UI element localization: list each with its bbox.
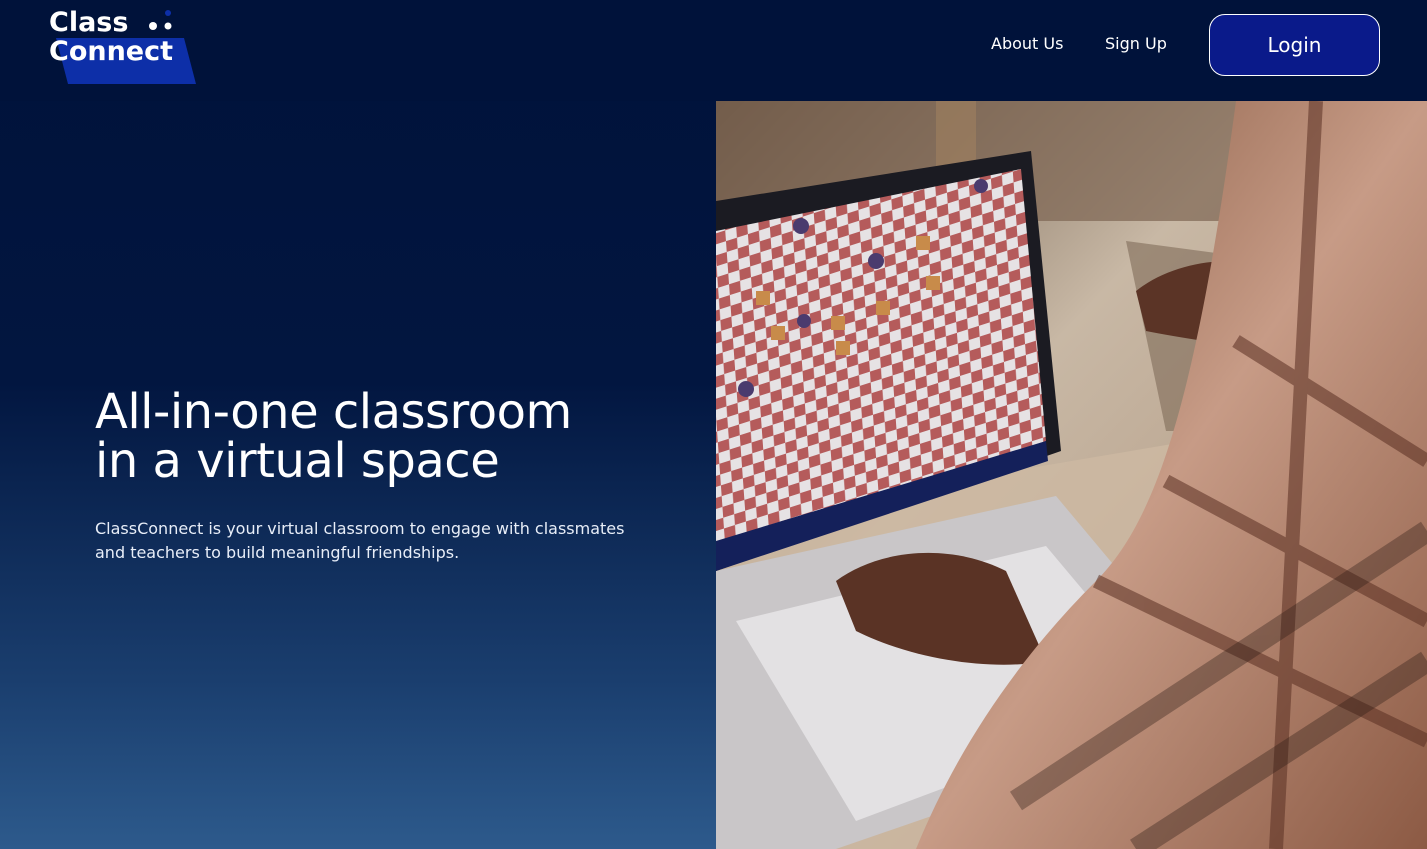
person-using-laptop-image: [716, 101, 1427, 849]
hero-subtitle: ClassConnect is your virtual classroom t…: [95, 519, 625, 562]
login-button[interactable]: Login: [1209, 14, 1380, 76]
logo-text-class: Class: [49, 7, 128, 38]
nav-about-us-link[interactable]: About Us: [991, 34, 1063, 53]
logo-graphic: Class Connect: [49, 7, 196, 84]
top-navigation-bar: Class Connect About Us Sign Up Login: [0, 0, 1427, 101]
logo-text-connect: Connect: [49, 36, 173, 67]
hero-title-line1: All-in-one classroom: [95, 384, 572, 440]
classconnect-logo[interactable]: Class Connect: [46, 4, 196, 84]
hero-title: All-in-one classroom in a virtual space: [95, 388, 655, 486]
nav-sign-up-link[interactable]: Sign Up: [1105, 34, 1167, 53]
dots-icon: [149, 22, 157, 30]
hero-title-line2: in a virtual space: [95, 433, 500, 489]
